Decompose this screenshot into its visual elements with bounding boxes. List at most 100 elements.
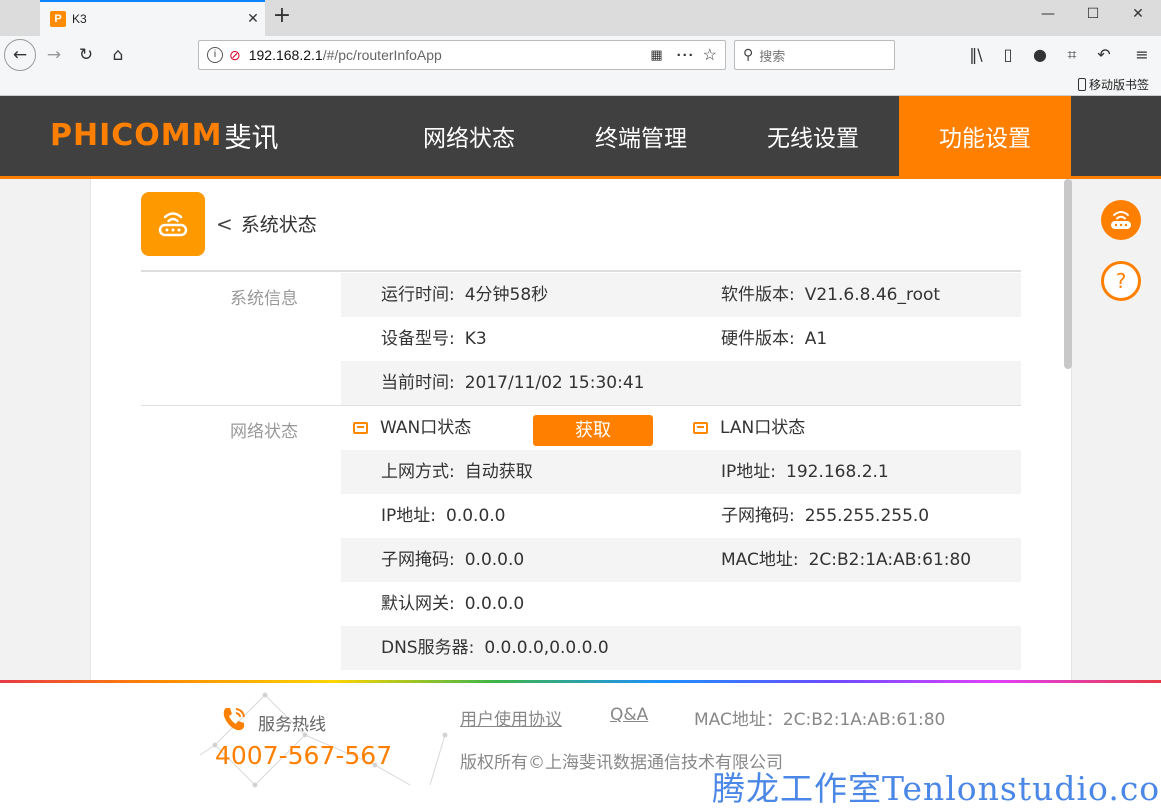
search-icon: ⚲ [743,47,754,63]
network-status-label: 网络状态 [230,422,298,442]
forward-arrow-icon[interactable]: → [38,40,70,70]
search-input[interactable]: ⚲ 搜索 [734,40,895,70]
sidebar-icon[interactable]: ▯ [994,42,1022,68]
wan-status-title: WAN口状态 [380,418,472,438]
insecure-lock-icon[interactable]: ⊘ [229,47,241,64]
undo-icon[interactable]: ↶ [1090,42,1118,68]
lan-port-icon [693,422,708,434]
net-row-dns: DNS服务器: 0.0.0.0,0.0.0.0 [341,626,1021,670]
minimize-icon[interactable]: — [1025,6,1071,30]
router-status-button[interactable] [1101,200,1141,240]
port-title-row: WAN口状态 LAN口状态 [341,406,1021,450]
mobile-bookmarks-label: 移动版书签 [1088,78,1149,92]
bookmark-star-icon[interactable]: ☆ [703,45,717,65]
mobile-phone-icon [1077,78,1086,91]
connection-type-key: 上网方式: [381,462,455,482]
lan-mask-value: 255.255.255.0 [804,506,930,526]
fetch-button[interactable]: 获取 [533,415,653,446]
reload-icon[interactable]: ↻ [70,40,102,70]
lan-mask-key: 子网掩码: [721,506,795,526]
url-host: 192.168.2.1 [248,47,323,63]
window-close-icon[interactable]: ✕ [1115,6,1161,30]
lan-mac-key: MAC地址: [721,550,799,570]
nav-wireless-settings[interactable]: 无线设置 [727,96,899,176]
logo-cn: 斐讯 [224,123,279,154]
qr-code-icon[interactable]: ▦ [650,47,662,63]
tab-title: K3 [72,12,87,26]
wan-mask-key: 子网掩码: [381,550,455,570]
url-path: /#/pc/routerInfoApp [322,47,442,63]
site-info-icon[interactable]: i [207,47,223,63]
current-time-value: 2017/11/02 15:30:41 [464,373,645,393]
gateway-value: 0.0.0.0 [464,594,525,614]
net-row-connection: 上网方式: 自动获取 IP地址: 192.168.2.1 [341,450,1021,494]
router-icon [1111,211,1131,229]
software-version-key: 软件版本: [721,285,795,305]
hotline-label: 服务热线 [258,715,326,735]
connection-type-value: 自动获取 [464,462,533,482]
uptime-key: 运行时间: [381,285,455,305]
screenshot-icon[interactable]: ⌗ [1058,42,1086,68]
new-tab-icon[interactable]: + [270,5,294,29]
lan-status-title: LAN口状态 [720,418,806,438]
watermark: 腾龙工作室Tenlonstudio.com [712,769,1161,808]
lan-mac-value: 2C:B2:1A:AB:61:80 [808,550,972,570]
info-row-uptime: 运行时间: 4分钟58秒 软件版本: V21.6.8.46_root [341,273,1021,317]
software-version-value: V21.6.8.46_root [804,285,941,305]
logo-brand: PHICOMM [50,118,223,153]
model-value: K3 [464,329,487,349]
nav-network-status[interactable]: 网络状态 [383,96,555,176]
net-row-mask: 子网掩码: 0.0.0.0 MAC地址: 2C:B2:1A:AB:61:80 [341,538,1021,582]
menu-icon[interactable]: ≡ [1128,42,1156,68]
lan-ip-key: IP地址: [721,462,776,482]
browser-tab-bar: P K3 ✕ + — ☐ ✕ [0,0,1161,36]
net-row-ip: IP地址: 0.0.0.0 子网掩码: 255.255.255.0 [341,494,1021,538]
router-icon [158,212,188,237]
wan-ip-value: 0.0.0.0 [446,506,506,526]
section-divider [141,270,1021,272]
current-time-key: 当前时间: [381,373,455,393]
router-app-icon [141,192,205,256]
wan-mask-value: 0.0.0.0 [464,550,525,570]
phicomm-favicon-icon: P [50,11,66,27]
hotline-number: 4007-567-567 [215,741,393,770]
router-header: PHICOMM 斐讯 网络状态 终端管理 无线设置 功能设置 [0,96,1161,179]
net-row-gateway: 默认网关: 0.0.0.0 [341,582,1021,626]
chevron-left-icon: < [216,211,233,236]
uptime-value: 4分钟58秒 [464,285,549,305]
hardware-version-value: A1 [804,329,828,349]
info-row-model: 设备型号: K3 硬件版本: A1 [341,317,1021,361]
footer-mac-address: MAC地址：2C:B2:1A:AB:61:80 [694,710,946,730]
mobile-bookmarks[interactable]: 移动版书签 [1077,76,1149,93]
dns-key: DNS服务器: [381,638,475,658]
home-icon[interactable]: ⌂ [102,40,134,70]
scrollbar[interactable] [1064,179,1072,369]
nav-terminal-management[interactable]: 终端管理 [555,96,727,176]
page-actions-icon[interactable]: ··· [677,47,695,64]
maximize-icon[interactable]: ☐ [1070,6,1116,30]
help-question-icon[interactable]: ? [1101,261,1141,301]
chat-icon[interactable]: ● [1026,42,1054,68]
search-placeholder: 搜索 [759,49,786,65]
wan-ip-key: IP地址: [381,506,436,526]
close-tab-icon[interactable]: ✕ [241,11,265,27]
wan-port-icon [353,422,368,434]
dns-value: 0.0.0.0,0.0.0.0 [484,638,609,658]
qa-link[interactable]: Q&A [610,705,648,725]
phicomm-logo[interactable]: PHICOMM 斐讯 [50,116,278,155]
address-bar[interactable]: i ⊘ 192.168.2.1 /#/pc/routerInfoApp ▦ ··… [198,40,726,70]
model-key: 设备型号: [381,329,455,349]
gateway-key: 默认网关: [381,594,455,614]
user-agreement-link[interactable]: 用户使用协议 [460,705,562,730]
hardware-version-key: 硬件版本: [721,329,795,349]
back-to-system-status[interactable]: < 系统状态 [216,210,317,237]
phone-icon [223,708,245,731]
lan-ip-value: 192.168.2.1 [786,462,889,482]
library-icon[interactable]: ‖\ [962,42,990,68]
back-arrow-icon[interactable]: ← [4,39,36,71]
browser-tab[interactable]: P K3 ✕ [40,0,265,36]
system-info-label: 系统信息 [230,289,298,309]
info-row-time: 当前时间: 2017/11/02 15:30:41 [341,361,1021,405]
nav-feature-settings[interactable]: 功能设置 [899,96,1071,176]
browser-nav-bar: ← → ↻ ⌂ i ⊘ 192.168.2.1 /#/pc/routerInfo… [0,36,1161,96]
